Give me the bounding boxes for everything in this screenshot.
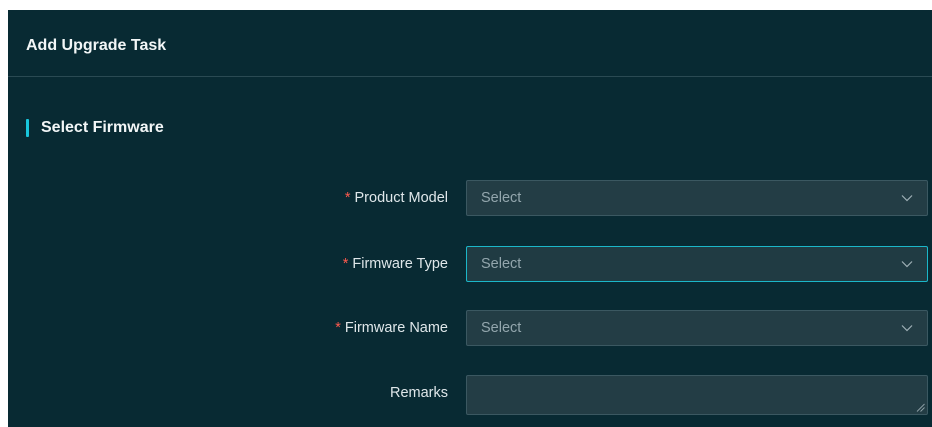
section-accent-bar	[26, 119, 29, 137]
product-model-label-text: Product Model	[354, 190, 449, 206]
firmware-type-select[interactable]: Select	[466, 246, 928, 282]
firmware-type-placeholder: Select	[481, 256, 522, 272]
firmware-name-placeholder: Select	[481, 320, 522, 336]
form-row-product-model: * Product Model Select	[8, 180, 932, 216]
firmware-type-label: * Firmware Type	[343, 246, 448, 282]
firmware-type-label-text: Firmware Type	[352, 256, 448, 272]
remarks-label: Remarks	[389, 385, 448, 401]
firmware-name-select[interactable]: Select	[466, 310, 928, 346]
firmware-name-label: * Firmware Name	[335, 310, 448, 346]
panel-title: Add Upgrade Task	[26, 37, 167, 54]
section-header: Select Firmware	[26, 118, 164, 138]
firmware-name-label-text: Firmware Name	[344, 320, 448, 336]
form-row-remarks: Remarks	[8, 375, 932, 415]
section-title: Select Firmware	[41, 119, 164, 136]
required-mark: *	[342, 256, 349, 272]
remarks-textarea[interactable]	[466, 375, 928, 415]
chevron-down-icon	[901, 195, 913, 202]
required-mark: *	[344, 190, 351, 206]
resize-handle-icon[interactable]	[916, 403, 925, 412]
chevron-down-icon	[901, 261, 913, 268]
chevron-down-icon	[901, 325, 913, 332]
panel-header: Add Upgrade Task	[8, 10, 932, 77]
product-model-label: * Product Model	[345, 180, 448, 216]
product-model-select[interactable]: Select	[466, 180, 928, 216]
form-row-firmware-type: * Firmware Type Select	[8, 246, 932, 282]
add-upgrade-task-panel: Add Upgrade Task Select Firmware * Produc…	[8, 10, 932, 427]
product-model-placeholder: Select	[481, 190, 522, 206]
form-row-firmware-name: * Firmware Name Select	[8, 310, 932, 346]
required-mark: *	[335, 320, 341, 336]
